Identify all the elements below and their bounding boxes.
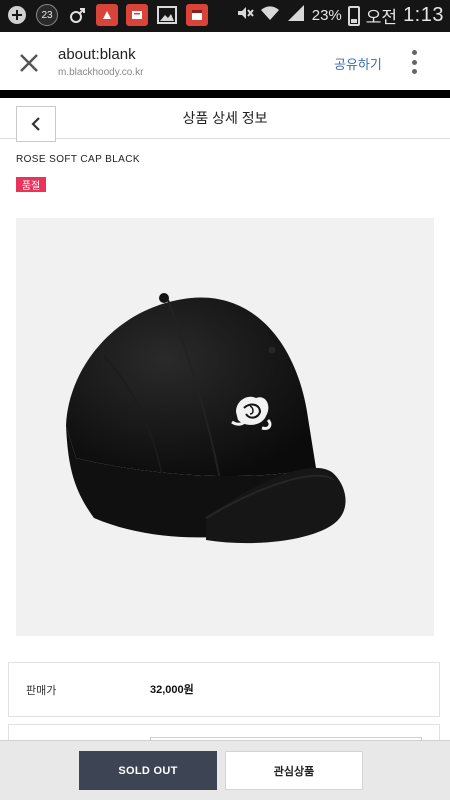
- page-title: 상품 상세 정보: [182, 110, 268, 126]
- product-name: ROSE SOFT CAP BLACK: [16, 154, 140, 165]
- browser-toolbar: about:blank m.blackhoody.co.kr 공유하기: [0, 32, 450, 90]
- sold-out-badge: 품절: [16, 177, 46, 192]
- system-status: 23% 오전 1:13: [236, 3, 444, 28]
- sold-out-button[interactable]: SOLD OUT: [79, 751, 217, 790]
- browser-url: m.blackhoody.co.kr: [58, 67, 144, 78]
- share-link[interactable]: 공유하기: [334, 54, 382, 73]
- gender-symbol-icon: [66, 4, 88, 26]
- chevron-left-icon: [31, 117, 40, 131]
- close-icon[interactable]: [14, 48, 44, 78]
- message-app-icon: [126, 4, 148, 26]
- notification-count-badge: 23: [36, 4, 58, 26]
- clock-time: 1:13: [403, 4, 444, 26]
- mute-icon: [236, 4, 254, 27]
- status-bar: 23 23% 오전 1:13: [0, 0, 450, 32]
- signal-icon: [286, 4, 306, 27]
- battery-percent: 23%: [311, 7, 342, 24]
- time-period: 오전: [365, 8, 398, 27]
- price-row: [8, 662, 440, 717]
- calendar-app-icon: [186, 4, 208, 26]
- header-divider: [0, 90, 450, 98]
- more-options-icon[interactable]: [404, 50, 424, 74]
- gallery-icon: [156, 4, 178, 26]
- browser-title: about:blank: [58, 46, 136, 63]
- price-value: 32,000원: [150, 684, 194, 696]
- price-label: 판매가: [26, 685, 57, 697]
- app-notification-icon: [96, 4, 118, 26]
- back-button[interactable]: [16, 106, 56, 142]
- wishlist-button[interactable]: 관심상품: [225, 751, 363, 790]
- product-image[interactable]: [16, 218, 434, 636]
- black-cap-image: [16, 218, 434, 636]
- add-icon: [6, 4, 28, 26]
- battery-icon: [347, 5, 360, 26]
- notification-icons: 23: [6, 4, 208, 26]
- wifi-icon: [260, 4, 280, 27]
